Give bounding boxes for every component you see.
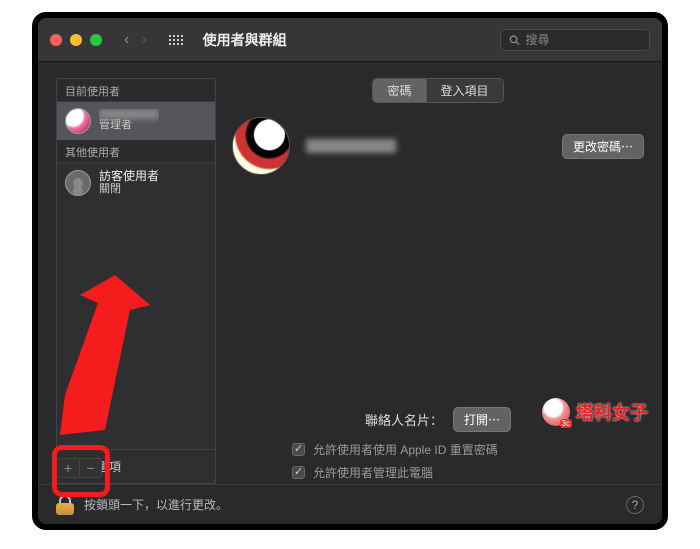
- tabs: 密碼 登入項目: [372, 78, 503, 103]
- allow-admin-label: 允許使用者管理此電腦: [313, 464, 433, 481]
- tab-login-items[interactable]: 登入項目: [426, 79, 503, 102]
- allow-appleid-reset-checkbox: [292, 443, 305, 456]
- open-contact-button[interactable]: 打開⋯: [453, 407, 511, 432]
- guest-user-name: 訪客使用者: [99, 169, 159, 183]
- users-sidebar: 目前使用者 管理者 其他使用者 訪客使用者 關閉 入選項: [56, 78, 216, 484]
- user-full-name: [306, 139, 396, 153]
- guest-user-row[interactable]: 訪客使用者 關閉: [57, 163, 215, 203]
- search-icon: [509, 34, 520, 46]
- lock-hint: 按鎖頭一下，以進行更改。: [84, 496, 228, 513]
- help-button[interactable]: ?: [626, 496, 644, 514]
- main-panel: 密碼 登入項目 更改密碼⋯ 聯絡人名片： 打開⋯ 允許使用者使用 Apple I…: [232, 78, 644, 484]
- change-password-button[interactable]: 更改密碼⋯: [562, 134, 644, 159]
- guest-avatar-icon: [65, 170, 91, 196]
- nav-buttons: ‹ ›: [120, 31, 151, 49]
- back-button[interactable]: ‹: [120, 31, 133, 49]
- footer: 按鎖頭一下，以進行更改。 ?: [38, 484, 662, 524]
- forward-button: ›: [137, 31, 150, 49]
- guest-user-status: 關閉: [99, 183, 159, 196]
- user-avatar[interactable]: [232, 117, 290, 175]
- search-field[interactable]: [500, 29, 650, 51]
- remove-user-button: −: [79, 459, 101, 477]
- search-input[interactable]: [526, 33, 642, 47]
- contact-card-label: 聯絡人名片：: [365, 410, 443, 429]
- allow-admin-checkbox: [292, 466, 305, 479]
- tab-password[interactable]: 密碼: [373, 79, 425, 102]
- window-controls: [50, 34, 102, 46]
- current-user-name: [99, 109, 159, 119]
- current-user-heading: 目前使用者: [57, 79, 215, 102]
- prefs-window: ‹ › 使用者與群組 目前使用者 管理者 其他使用者: [32, 12, 668, 530]
- allow-appleid-reset-label: 允許使用者使用 Apple ID 重置密碼: [313, 441, 498, 458]
- window-title: 使用者與群組: [203, 30, 287, 50]
- add-user-button: +: [57, 459, 79, 477]
- allow-admin-row: 允許使用者管理此電腦: [232, 461, 644, 484]
- minimize-window[interactable]: [70, 34, 82, 46]
- other-users-heading: 其他使用者: [57, 140, 215, 163]
- show-all-icon[interactable]: [169, 32, 185, 48]
- profile-row: 更改密碼⋯: [232, 117, 644, 175]
- add-remove-user: + −: [56, 458, 102, 478]
- allow-appleid-reset-row: 允許使用者使用 Apple ID 重置密碼: [232, 438, 644, 461]
- close-window[interactable]: [50, 34, 62, 46]
- contact-card-row: 聯絡人名片： 打開⋯: [232, 407, 644, 432]
- current-user-row[interactable]: 管理者: [57, 102, 215, 140]
- current-user-role: 管理者: [99, 119, 159, 132]
- lock-icon[interactable]: [56, 495, 74, 515]
- avatar-icon: [65, 108, 91, 134]
- titlebar: ‹ › 使用者與群組: [38, 18, 662, 62]
- zoom-window[interactable]: [90, 34, 102, 46]
